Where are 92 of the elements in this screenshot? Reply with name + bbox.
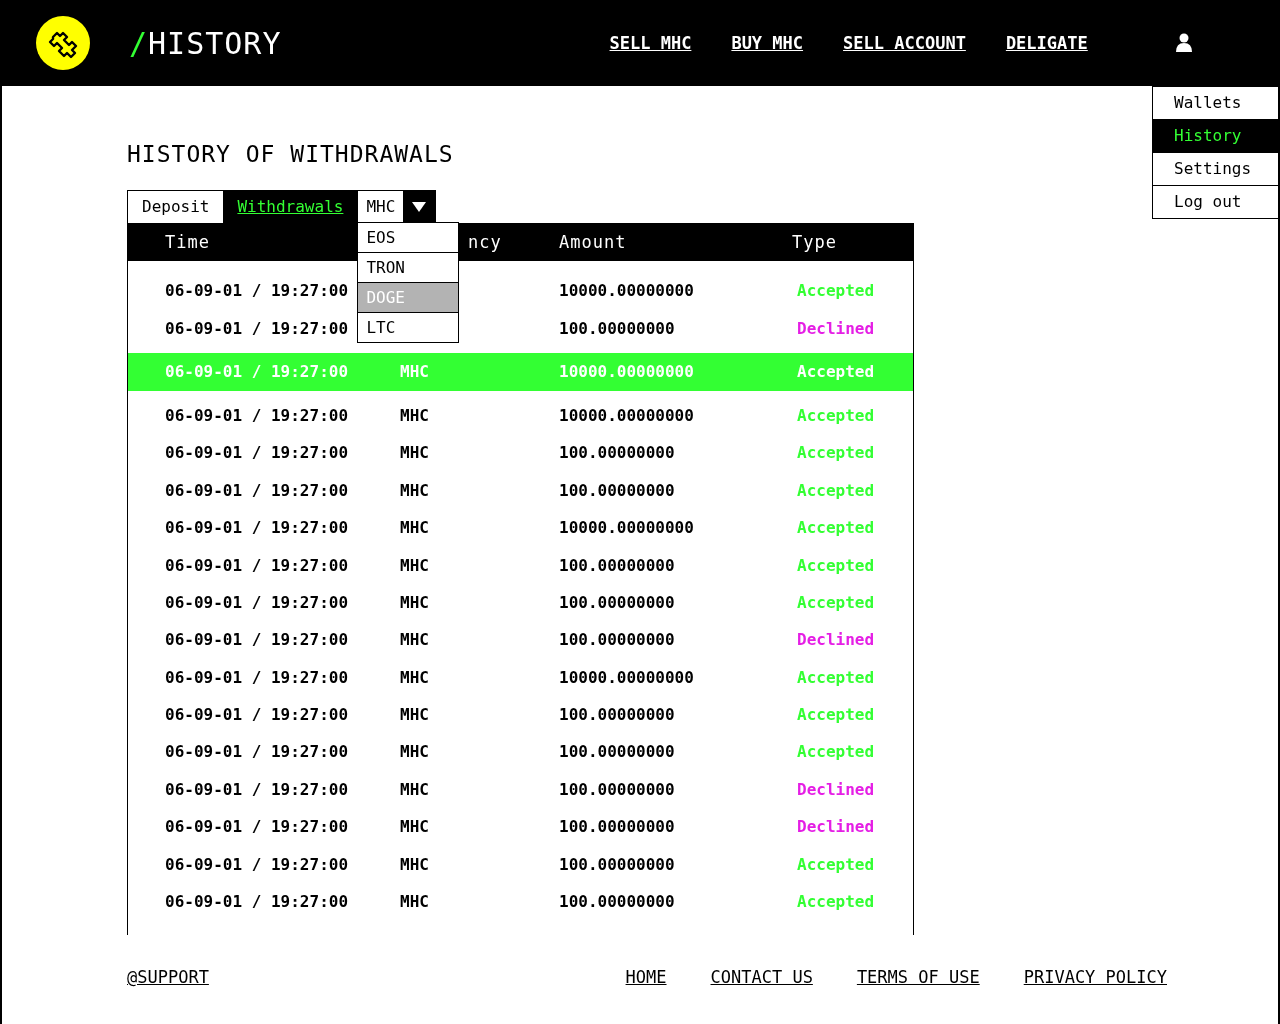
status-text: Accepted [797, 281, 875, 301]
table-cell: 06-09-01 / 19:27:00 [165, 405, 349, 425]
status-text: Accepted [797, 742, 875, 762]
table-cell: 10000.00000000 [559, 667, 694, 687]
table-cell: MHC [400, 854, 429, 874]
nav-link[interactable]: SELL ACCOUNT [843, 33, 966, 53]
column-header: ncy [468, 232, 502, 252]
dropdown-option[interactable]: EOS [358, 223, 459, 253]
table-cell: 06-09-01 / 19:27:00 [165, 667, 349, 687]
table-cell: 06-09-01 / 19:27:00 [165, 362, 349, 382]
status-text: Accepted [797, 362, 875, 382]
status-text: Accepted [797, 854, 875, 874]
user-icon[interactable] [1175, 33, 1192, 53]
table-cell: MHC [400, 667, 429, 687]
footer-link[interactable]: CONTACT US [710, 967, 813, 987]
table-cell: MHC [400, 518, 429, 538]
table-cell: MHC [400, 779, 429, 799]
table-cell: 100.00000000 [559, 779, 675, 799]
status-text: Declined [797, 817, 875, 837]
support-link[interactable]: @SUPPORT [127, 967, 209, 987]
menu-item[interactable]: Settings [1153, 153, 1278, 186]
tab[interactable]: Deposit [128, 191, 224, 223]
table-cell: 10000.00000000 [559, 362, 694, 382]
status-text: Declined [797, 630, 875, 650]
status-text: Accepted [797, 705, 875, 725]
table-cell: 06-09-01 / 19:27:00 [165, 281, 349, 301]
table-cell: 100.00000000 [559, 443, 675, 463]
table-cell: 06-09-01 / 19:27:00 [165, 480, 349, 500]
nav-link[interactable]: DELIGATE [1005, 33, 1088, 53]
table-cell: MHC [400, 817, 429, 837]
nav-link[interactable]: SELL MHC [609, 33, 692, 53]
column-header: Type [792, 232, 837, 252]
column-header: Time [165, 232, 210, 252]
status-text: Declined [797, 779, 875, 799]
table-cell: 06-09-01 / 19:27:00 [165, 555, 349, 575]
table-cell: 10000.00000000 [559, 281, 694, 301]
table-cell: 100.00000000 [559, 318, 675, 338]
currency-dropdown[interactable]: MHC [358, 191, 404, 223]
table-cell: 10000.00000000 [559, 518, 694, 538]
table-cell: 06-09-01 / 19:27:00 [165, 443, 349, 463]
menu-item[interactable]: History [1153, 120, 1278, 153]
logo-icon[interactable] [35, 15, 91, 71]
footer-link[interactable]: HOME [625, 967, 667, 987]
caret-icon [412, 202, 427, 212]
table-cell: MHC [400, 705, 429, 725]
table-cell: 100.00000000 [559, 854, 675, 874]
table-cell: MHC [400, 405, 429, 425]
footer-link[interactable]: TERMS OF USE [856, 967, 980, 987]
status-text: Accepted [797, 667, 875, 687]
page-heading: /HISTORY [129, 25, 282, 61]
table-cell: 100.00000000 [559, 480, 675, 500]
status-text: Accepted [797, 480, 875, 500]
table-cell: 06-09-01 / 19:27:00 [165, 742, 349, 762]
dropdown-option[interactable]: LTC [358, 313, 459, 342]
status-text: Accepted [797, 405, 875, 425]
status-text: Accepted [797, 892, 875, 912]
footer-link[interactable]: PRIVACY POLICY [1023, 967, 1167, 987]
table-cell: 100.00000000 [559, 892, 675, 912]
status-text: Accepted [797, 592, 875, 612]
column-header: Amount [559, 232, 627, 252]
table-cell: 06-09-01 / 19:27:00 [165, 854, 349, 874]
table-cell: MHC [400, 555, 429, 575]
table-cell: 06-09-01 / 19:27:00 [165, 779, 349, 799]
table-cell: 06-09-01 / 19:27:00 [165, 892, 349, 912]
table-cell: MHC [400, 443, 429, 463]
status-text: Accepted [797, 443, 875, 463]
table-cell: 06-09-01 / 19:27:00 [165, 592, 349, 612]
table-cell: MHC [400, 362, 429, 382]
status-text: Accepted [797, 555, 875, 575]
table-cell: 100.00000000 [559, 592, 675, 612]
status-text: Declined [797, 318, 875, 338]
table-cell: MHC [400, 742, 429, 762]
table-cell: MHC [400, 592, 429, 612]
table-cell: 100.00000000 [559, 742, 675, 762]
table-cell: 06-09-01 / 19:27:00 [165, 518, 349, 538]
table-cell: 100.00000000 [559, 705, 675, 725]
table-cell: 06-09-01 / 19:27:00 [165, 630, 349, 650]
table-cell: MHC [400, 630, 429, 650]
table-cell: 100.00000000 [559, 817, 675, 837]
status-text: Accepted [797, 518, 875, 538]
table-cell: 10000.00000000 [559, 405, 694, 425]
table-cell: 100.00000000 [559, 630, 675, 650]
table-cell: 06-09-01 / 19:27:00 [165, 705, 349, 725]
nav-link[interactable]: BUY MHC [731, 33, 804, 53]
section-title: HISTORY OF WITHDRAWALS [127, 141, 454, 167]
table-cell: 100.00000000 [559, 555, 675, 575]
table-cell: 06-09-01 / 19:27:00 [165, 817, 349, 837]
menu-item[interactable]: Log out [1153, 186, 1278, 218]
table-cell: MHC [400, 480, 429, 500]
table-cell: MHC [400, 892, 429, 912]
table-cell: 06-09-01 / 19:27:00 [165, 318, 349, 338]
tab[interactable]: Withdrawals [223, 191, 358, 223]
